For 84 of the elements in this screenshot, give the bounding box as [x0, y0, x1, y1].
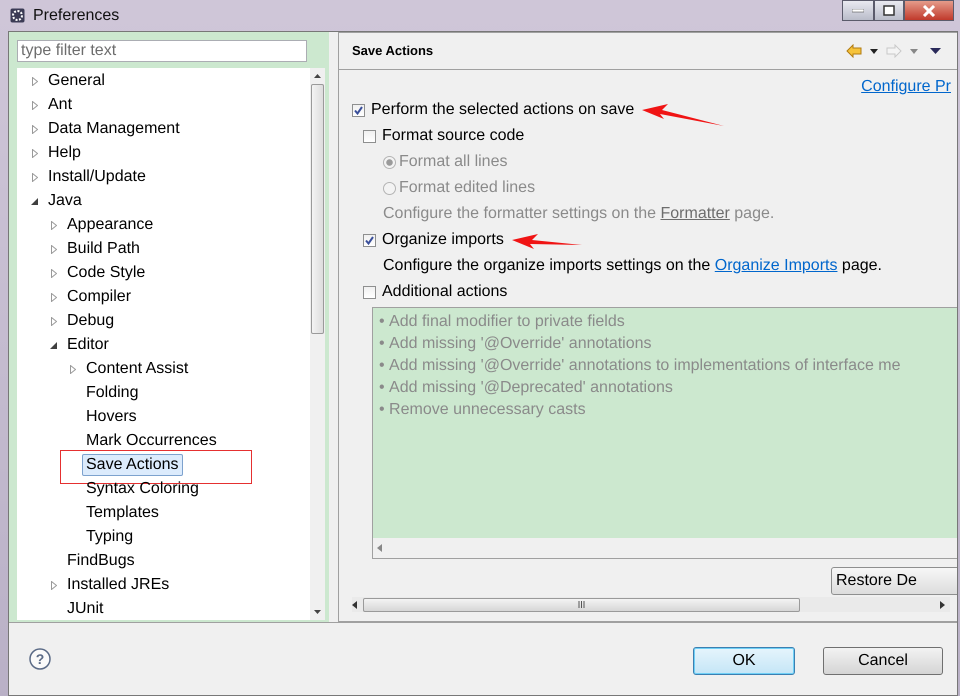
- help-icon[interactable]: ?: [29, 648, 51, 670]
- check-icon: [354, 106, 363, 114]
- tree-item[interactable]: Templates: [82, 502, 163, 524]
- tree-item[interactable]: Save Actions: [82, 454, 182, 476]
- maximize-icon: [883, 5, 895, 16]
- radio-label: Format all lines: [399, 152, 508, 172]
- tree-item[interactable]: Data Management: [44, 118, 184, 140]
- radio-label: Format edited lines: [399, 178, 536, 198]
- collapsed-arrow-icon[interactable]: [50, 292, 56, 302]
- list-item: • Add final modifier to private fields: [379, 312, 626, 332]
- collapsed-arrow-icon[interactable]: [50, 316, 56, 326]
- tree-item[interactable]: Installed JREs: [63, 574, 174, 596]
- dialog-button[interactable]: Cancel: [823, 647, 943, 675]
- collapsed-arrow-icon[interactable]: [32, 124, 38, 134]
- collapsed-arrow-icon[interactable]: [50, 244, 56, 254]
- tree-item[interactable]: General: [44, 70, 109, 92]
- tree-item[interactable]: Install/Update: [44, 166, 150, 188]
- tree-item[interactable]: Mark Occurrences: [82, 430, 221, 452]
- tree-item[interactable]: JUnit: [63, 598, 108, 620]
- list-item: • Remove unnecessary casts: [379, 400, 587, 420]
- forward-arrow-icon[interactable]: [886, 44, 902, 58]
- expanded-arrow-icon[interactable]: [31, 198, 38, 204]
- tree-item[interactable]: Typing: [82, 526, 138, 548]
- settings-link[interactable]: Organize Imports: [714, 257, 838, 274]
- tree-item[interactable]: Syntax Coloring: [82, 478, 203, 500]
- horizontal-scrollbar[interactable]: [352, 597, 950, 612]
- collapsed-arrow-icon[interactable]: [50, 580, 56, 590]
- collapsed-arrow-icon[interactable]: [50, 220, 56, 230]
- scroll-left-icon: [377, 544, 382, 552]
- minimize-icon: [852, 8, 864, 12]
- collapsed-arrow-icon[interactable]: [50, 268, 56, 278]
- window-title: Preferences: [33, 6, 120, 26]
- collapsed-arrow-icon[interactable]: [32, 76, 38, 86]
- page-title: Save Actions: [352, 42, 434, 60]
- checkbox[interactable]: [352, 104, 365, 116]
- checkbox[interactable]: [363, 130, 376, 142]
- tree-item[interactable]: Appearance: [63, 214, 158, 236]
- tree-item[interactable]: Java: [44, 190, 86, 212]
- tree-item[interactable]: Code Style: [63, 262, 150, 284]
- description-text: Configure the formatter settings on the Formatter page.: [383, 204, 774, 224]
- view-menu-icon[interactable]: [930, 48, 941, 54]
- checkbox[interactable]: [363, 286, 376, 298]
- scroll-up-icon[interactable]: [314, 74, 321, 78]
- app-icon: [10, 8, 25, 23]
- grip-icon: [578, 601, 585, 608]
- configure-link[interactable]: Configure Pr: [861, 75, 951, 97]
- tree-item[interactable]: Build Path: [63, 238, 144, 260]
- expanded-arrow-icon[interactable]: [50, 342, 57, 348]
- maximize-button[interactable]: [874, 0, 904, 21]
- vertical-scrollbar[interactable]: [310, 68, 325, 620]
- scroll-left-icon: [352, 600, 357, 608]
- tree-item[interactable]: Editor: [63, 334, 113, 356]
- minimize-button[interactable]: [842, 0, 874, 21]
- tree-item[interactable]: FindBugs: [63, 550, 139, 572]
- checkbox-label: Organize imports: [382, 230, 504, 250]
- list-item: • Add missing '@Deprecated' annotations: [379, 378, 674, 398]
- close-button[interactable]: [904, 0, 954, 21]
- scroll-down-icon[interactable]: [314, 610, 321, 614]
- filter-field[interactable]: type filter text: [17, 40, 307, 62]
- description-text: Configure the organize imports settings on the Organize Imports page.: [383, 256, 882, 276]
- list-item: • Add missing '@Override' annotations to implementations of interface me: [379, 356, 902, 376]
- tree-item[interactable]: Compiler: [63, 286, 136, 308]
- back-arrow-icon[interactable]: [846, 44, 862, 58]
- close-icon: [922, 4, 936, 16]
- restore-defaults-button[interactable]: Restore De: [831, 567, 957, 595]
- tree-item[interactable]: Content Assist: [82, 358, 192, 380]
- tree-item[interactable]: Help: [44, 142, 85, 164]
- dialog-button[interactable]: OK: [693, 647, 795, 675]
- tree-item[interactable]: Hovers: [82, 406, 141, 428]
- collapsed-arrow-icon[interactable]: [32, 100, 38, 110]
- collapsed-arrow-icon[interactable]: [70, 364, 76, 374]
- collapsed-arrow-icon[interactable]: [32, 148, 38, 158]
- collapsed-arrow-icon[interactable]: [32, 172, 38, 182]
- dropdown-caret-icon[interactable]: [870, 48, 878, 54]
- checkbox-label: Perform the selected actions on save: [371, 100, 634, 120]
- checkbox-label: Format source code: [382, 126, 524, 146]
- scroll-right-icon: [940, 600, 945, 608]
- tree-item[interactable]: Folding: [82, 382, 142, 404]
- checkbox-label: Additional actions: [382, 282, 508, 302]
- tree-item[interactable]: Debug: [63, 310, 118, 332]
- list-item: • Add missing '@Override' annotations: [379, 334, 653, 354]
- tree-item[interactable]: Ant: [44, 94, 76, 116]
- check-icon: [365, 236, 374, 244]
- checkbox[interactable]: [363, 234, 376, 246]
